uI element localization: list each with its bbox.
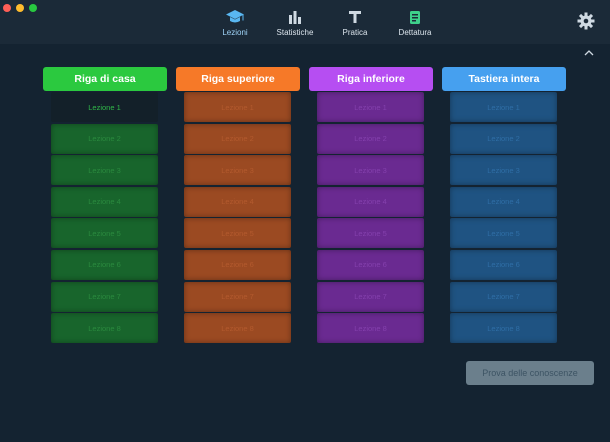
column-header: Riga di casa	[43, 67, 167, 91]
lesson-button[interactable]: Lezione 1	[51, 92, 158, 122]
column-riga-inferiore: Riga inferiore Lezione 1 Lezione 2 Lezio…	[309, 67, 433, 345]
window-controls	[3, 4, 37, 12]
lesson-button[interactable]: Lezione 2	[184, 123, 291, 154]
lesson-button[interactable]: Lezione 1	[450, 92, 557, 122]
lesson-button[interactable]: Lezione 8	[450, 313, 557, 344]
lesson-button[interactable]: Lezione 3	[317, 155, 424, 186]
lesson-button[interactable]: Lezione 6	[317, 249, 424, 280]
tab-pratica[interactable]: Pratica	[325, 8, 385, 37]
lesson-list: Lezione 1 Lezione 2 Lezione 3 Lezione 4 …	[450, 92, 557, 344]
tab-lezioni[interactable]: Lezioni	[205, 8, 265, 37]
lesson-button[interactable]: Lezione 4	[51, 186, 158, 217]
lesson-button[interactable]: Lezione 3	[184, 155, 291, 186]
graduation-cap-icon	[225, 8, 245, 26]
lesson-button[interactable]: Lezione 8	[184, 313, 291, 344]
text-t-icon	[348, 8, 362, 26]
lesson-button[interactable]: Lezione 3	[51, 155, 158, 186]
close-window-button[interactable]	[3, 4, 11, 12]
lesson-button[interactable]: Lezione 6	[51, 249, 158, 280]
lesson-button[interactable]: Lezione 7	[51, 281, 158, 312]
lesson-button[interactable]: Lezione 5	[184, 218, 291, 249]
lesson-button[interactable]: Lezione 2	[450, 123, 557, 154]
minimize-window-button[interactable]	[16, 4, 24, 12]
knowledge-test-button[interactable]: Prova delle conoscenze	[466, 361, 594, 385]
bar-chart-icon	[287, 8, 303, 26]
lesson-list: Lezione 1 Lezione 2 Lezione 3 Lezione 4 …	[184, 92, 291, 344]
lesson-list: Lezione 1 Lezione 2 Lezione 3 Lezione 4 …	[51, 92, 158, 344]
column-header: Riga superiore	[176, 67, 300, 91]
lesson-button[interactable]: Lezione 2	[51, 123, 158, 154]
chevron-up-icon[interactable]	[582, 45, 596, 56]
lesson-button[interactable]: Lezione 5	[450, 218, 557, 249]
toolbar: Lezioni Statistiche Pratica Dettatura	[0, 0, 610, 44]
tab-label: Pratica	[342, 28, 368, 37]
column-tastiera-intera: Tastiera intera Lezione 1 Lezione 2 Lezi…	[442, 67, 566, 345]
lesson-button[interactable]: Lezione 2	[317, 123, 424, 154]
main-nav: Lezioni Statistiche Pratica Dettatura	[205, 8, 445, 37]
column-riga-di-casa: Riga di casa Lezione 1 Lezione 2 Lezione…	[43, 67, 167, 345]
lesson-button[interactable]: Lezione 8	[51, 313, 158, 344]
lesson-button[interactable]: Lezione 7	[184, 281, 291, 312]
tab-label: Statistiche	[276, 28, 314, 37]
lesson-list: Lezione 1 Lezione 2 Lezione 3 Lezione 4 …	[317, 92, 424, 344]
gear-icon[interactable]	[577, 12, 595, 30]
tab-label: Lezioni	[222, 28, 248, 37]
column-header: Riga inferiore	[309, 67, 433, 91]
lesson-button[interactable]: Lezione 4	[317, 186, 424, 217]
tab-label: Dettatura	[398, 28, 432, 37]
lesson-button[interactable]: Lezione 7	[317, 281, 424, 312]
lesson-button[interactable]: Lezione 7	[450, 281, 557, 312]
document-icon	[409, 8, 421, 26]
tab-statistiche[interactable]: Statistiche	[265, 8, 325, 37]
column-riga-superiore: Riga superiore Lezione 1 Lezione 2 Lezio…	[176, 67, 300, 345]
lesson-button[interactable]: Lezione 5	[51, 218, 158, 249]
zoom-window-button[interactable]	[29, 4, 37, 12]
lesson-button[interactable]: Lezione 6	[450, 249, 557, 280]
lesson-button[interactable]: Lezione 1	[317, 92, 424, 122]
column-header: Tastiera intera	[442, 67, 566, 91]
lesson-button[interactable]: Lezione 4	[450, 186, 557, 217]
lesson-button[interactable]: Lezione 3	[450, 155, 557, 186]
tab-dettatura[interactable]: Dettatura	[385, 8, 445, 37]
lesson-button[interactable]: Lezione 6	[184, 249, 291, 280]
lesson-button[interactable]: Lezione 4	[184, 186, 291, 217]
lesson-button[interactable]: Lezione 8	[317, 313, 424, 344]
lesson-button[interactable]: Lezione 5	[317, 218, 424, 249]
lesson-button[interactable]: Lezione 1	[184, 92, 291, 122]
